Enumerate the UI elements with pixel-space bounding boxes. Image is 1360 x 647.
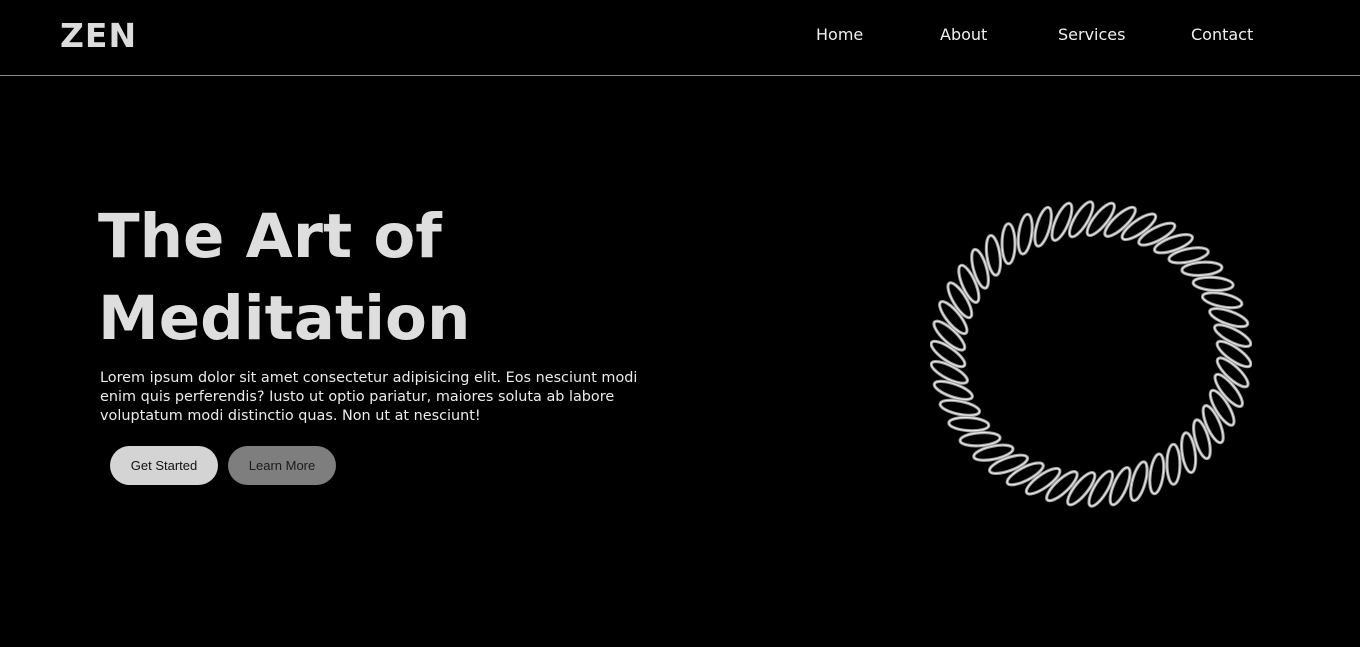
- hero-title-line-1: The Art of: [98, 201, 442, 272]
- rope-ring-graphic: [929, 200, 1253, 508]
- rope-strand-highlight: [1149, 453, 1165, 495]
- rope-strand-highlight: [1166, 443, 1181, 485]
- nav-menu: Home About Services Contact: [0, 24, 1360, 48]
- rope-strand-highlight: [1017, 213, 1033, 255]
- get-started-button[interactable]: Get Started: [110, 446, 218, 485]
- hero-title: The Art of Meditation: [98, 196, 698, 360]
- rope-strand-highlight: [1001, 223, 1016, 265]
- learn-more-button[interactable]: Learn More: [228, 446, 336, 485]
- nav-link-about[interactable]: About: [940, 24, 987, 46]
- nav-link-home[interactable]: Home: [816, 24, 863, 46]
- nav-link-contact[interactable]: Contact: [1191, 24, 1253, 46]
- hero-description: Lorem ipsum dolor sit amet consectetur a…: [100, 370, 638, 424]
- nav-link-services[interactable]: Services: [1058, 24, 1125, 46]
- top-navbar: ZEN Home About Services Contact: [0, 0, 1360, 76]
- twisted-rope-ring-icon: [929, 193, 1253, 515]
- hero-title-line-2: Meditation: [98, 283, 471, 354]
